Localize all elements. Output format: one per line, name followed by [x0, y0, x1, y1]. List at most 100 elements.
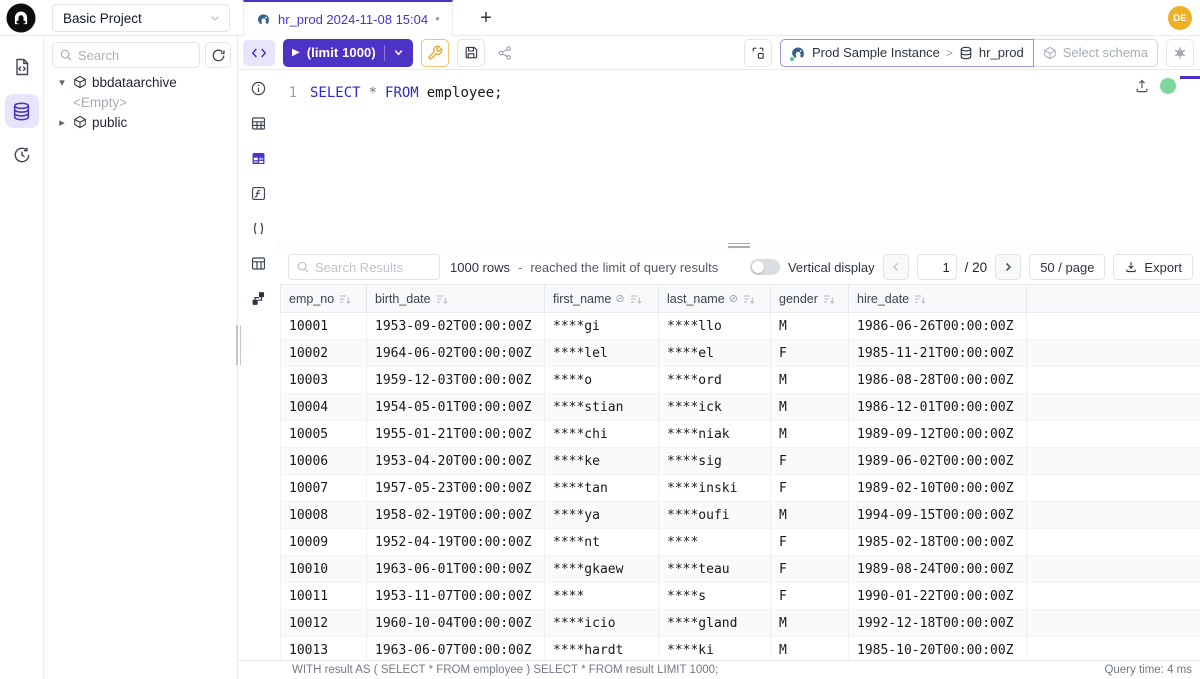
table-cell[interactable]: ****gkaew: [545, 556, 659, 583]
table-cell[interactable]: F: [771, 340, 849, 367]
table-cell[interactable]: 1994-09-15T00:00:00Z: [849, 502, 1027, 529]
table-cell[interactable]: ****gland: [659, 610, 771, 637]
sort-icon[interactable]: [914, 293, 926, 305]
table-cell[interactable]: ****ki: [659, 637, 771, 661]
batch-query-button[interactable]: [744, 39, 772, 67]
table-row[interactable]: 100071957-05-23T00:00:00Z****tan****insk…: [281, 475, 1200, 502]
upload-sheet-icon[interactable]: [1134, 78, 1150, 94]
results-search-input[interactable]: [315, 260, 425, 275]
table-cell[interactable]: ****stian: [545, 394, 659, 421]
table-cell[interactable]: 10002: [281, 340, 367, 367]
functions-icon[interactable]: [247, 183, 269, 203]
table-cell[interactable]: 1963-06-01T00:00:00Z: [367, 556, 545, 583]
table-cell[interactable]: 1985-02-18T00:00:00Z: [849, 529, 1027, 556]
sql-editor[interactable]: 1 SELECT*FROMemployee;: [278, 70, 1200, 240]
table-row[interactable]: 100021964-06-02T00:00:00Z****lel****elF1…: [281, 340, 1200, 367]
table-cell[interactable]: 1964-06-02T00:00:00Z: [367, 340, 545, 367]
table-cell[interactable]: ****hardt: [545, 637, 659, 661]
table-cell[interactable]: 1953-04-20T00:00:00Z: [367, 448, 545, 475]
run-options-chevron-icon[interactable]: [393, 47, 404, 58]
schema-diagram-icon[interactable]: [247, 288, 269, 308]
table-row[interactable]: 100081958-02-19T00:00:00Z****ya****oufiM…: [281, 502, 1200, 529]
table-cell[interactable]: F: [771, 448, 849, 475]
table-cell[interactable]: ****niak: [659, 421, 771, 448]
table-cell[interactable]: 10011: [281, 583, 367, 610]
table-cell[interactable]: ****ke: [545, 448, 659, 475]
table-cell[interactable]: 10013: [281, 637, 367, 661]
table-cell[interactable]: ****o: [545, 367, 659, 394]
table-cell[interactable]: M: [771, 367, 849, 394]
table-cell[interactable]: ****: [545, 583, 659, 610]
table-cell[interactable]: M: [771, 637, 849, 661]
table-row[interactable]: 100051955-01-21T00:00:00Z****chi****niak…: [281, 421, 1200, 448]
table-cell[interactable]: ****teau: [659, 556, 771, 583]
new-tab-button[interactable]: +: [472, 4, 500, 32]
table-row[interactable]: 100091952-04-19T00:00:00Z****nt****F1985…: [281, 529, 1200, 556]
table-cell[interactable]: ****ick: [659, 394, 771, 421]
table-cell[interactable]: 10005: [281, 421, 367, 448]
table-cell[interactable]: 1989-09-12T00:00:00Z: [849, 421, 1027, 448]
colored-tables-icon[interactable]: [247, 148, 269, 168]
table-cell[interactable]: M: [771, 394, 849, 421]
table-cell[interactable]: 1963-06-07T00:00:00Z: [367, 637, 545, 661]
caret-right-icon[interactable]: ▸: [56, 116, 68, 129]
table-cell[interactable]: ****oufi: [659, 502, 771, 529]
code-view-button[interactable]: [243, 40, 275, 66]
table-cell[interactable]: ****s: [659, 583, 771, 610]
table-cell[interactable]: 10008: [281, 502, 367, 529]
instance-database-select[interactable]: Prod Sample Instance > hr_prod: [780, 39, 1034, 67]
history-icon[interactable]: [5, 138, 39, 172]
editor-results-divider[interactable]: [278, 240, 1200, 250]
table-cell[interactable]: 1954-05-01T00:00:00Z: [367, 394, 545, 421]
table-cell[interactable]: F: [771, 583, 849, 610]
table-cell[interactable]: F: [771, 475, 849, 502]
table-row[interactable]: 100031959-12-03T00:00:00Z****o****ordM19…: [281, 367, 1200, 394]
app-logo-icon[interactable]: [6, 3, 36, 33]
tree-search-input[interactable]: [78, 48, 178, 63]
table-cell[interactable]: 10010: [281, 556, 367, 583]
project-select[interactable]: Basic Project: [52, 4, 230, 32]
info-icon[interactable]: [247, 78, 269, 98]
table-cell[interactable]: 10004: [281, 394, 367, 421]
column-header-first_name[interactable]: first_name⊘: [545, 285, 659, 313]
page-number-input[interactable]: [917, 254, 957, 280]
table-cell[interactable]: M: [771, 421, 849, 448]
column-header-hire_date[interactable]: hire_date: [849, 285, 1027, 313]
panel-resize-handle[interactable]: [236, 325, 242, 365]
sort-icon[interactable]: [339, 293, 351, 305]
table-cell[interactable]: ****ord: [659, 367, 771, 394]
schema-select[interactable]: Select schema: [1034, 39, 1158, 67]
run-query-button[interactable]: ▶ (limit 1000): [283, 39, 413, 67]
table-row[interactable]: 100131963-06-07T00:00:00Z****hardt****ki…: [281, 637, 1200, 661]
table-cell[interactable]: ****lel: [545, 340, 659, 367]
tree-search-box[interactable]: [52, 42, 200, 68]
table-cell[interactable]: 1986-08-28T00:00:00Z: [849, 367, 1027, 394]
sort-icon[interactable]: [743, 293, 755, 305]
worksheet-icon[interactable]: [5, 50, 39, 84]
table-cell[interactable]: 1986-12-01T00:00:00Z: [849, 394, 1027, 421]
table-cell[interactable]: 1958-02-19T00:00:00Z: [367, 502, 545, 529]
table-cell[interactable]: ****tan: [545, 475, 659, 502]
next-page-button[interactable]: [995, 254, 1021, 280]
table-cell[interactable]: 1960-10-04T00:00:00Z: [367, 610, 545, 637]
table-cell[interactable]: 10003: [281, 367, 367, 394]
table-row[interactable]: 100011953-09-02T00:00:00Z****gi****lloM1…: [281, 313, 1200, 340]
table-cell[interactable]: 1953-11-07T00:00:00Z: [367, 583, 545, 610]
export-button[interactable]: Export: [1113, 254, 1193, 280]
table-cell[interactable]: 10001: [281, 313, 367, 340]
table-cell[interactable]: 1952-04-19T00:00:00Z: [367, 529, 545, 556]
table-cell[interactable]: 1989-08-24T00:00:00Z: [849, 556, 1027, 583]
table-row[interactable]: 100111953-11-07T00:00:00Z********sF1990-…: [281, 583, 1200, 610]
table-cell[interactable]: 10006: [281, 448, 367, 475]
table-cell[interactable]: 1985-10-20T00:00:00Z: [849, 637, 1027, 661]
page-size-button[interactable]: 50 / page: [1029, 254, 1105, 280]
table-cell[interactable]: ****chi: [545, 421, 659, 448]
sort-icon[interactable]: [436, 293, 448, 305]
caret-down-icon[interactable]: ▾: [56, 76, 68, 89]
ai-assistant-button[interactable]: [1166, 39, 1194, 67]
table-cell[interactable]: 10009: [281, 529, 367, 556]
table-cell[interactable]: 1959-12-03T00:00:00Z: [367, 367, 545, 394]
save-button[interactable]: [457, 39, 485, 67]
tree-item-bbdataarchive[interactable]: ▾ bbdataarchive: [44, 72, 237, 92]
sql-code-line[interactable]: SELECT*FROMemployee;: [310, 83, 503, 103]
